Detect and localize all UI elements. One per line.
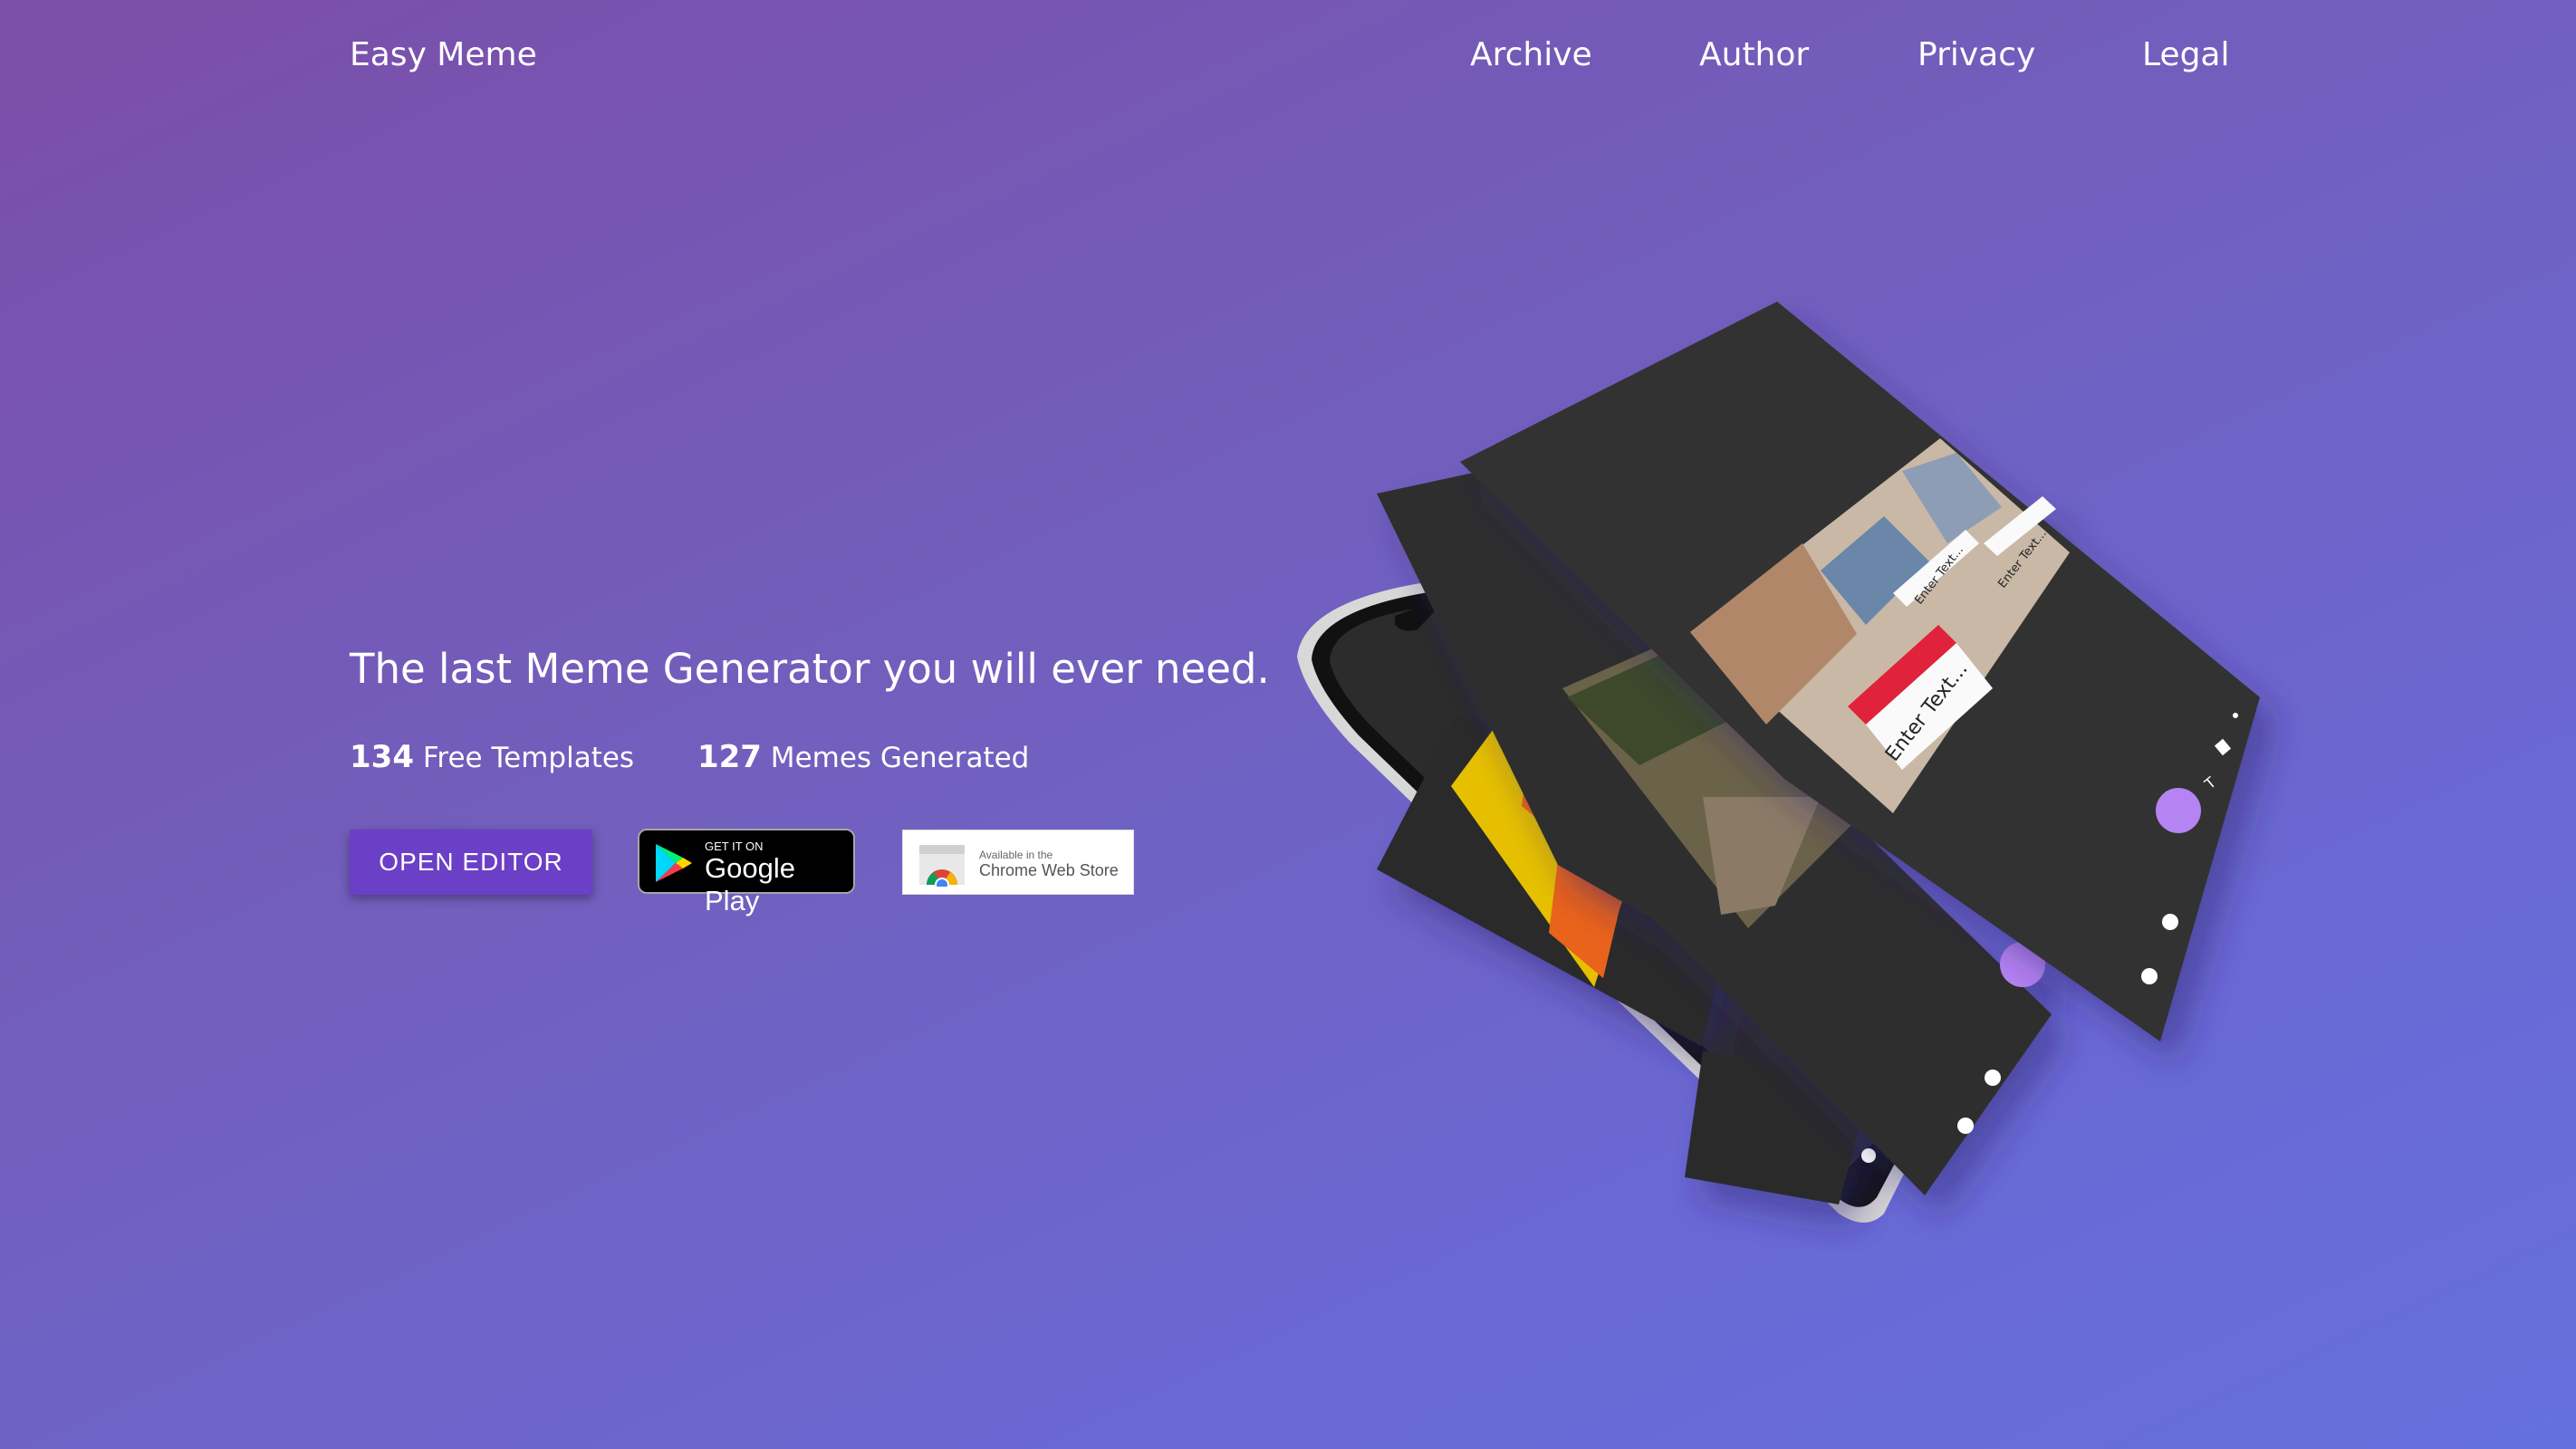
share-icon-middle[interactable] — [1957, 1118, 1974, 1134]
stat-memes-label: Memes Generated — [770, 742, 1030, 774]
stat-memes: 127 Memes Generated — [697, 739, 1029, 775]
stat-templates-value: 134 — [350, 739, 414, 775]
google-play-icon — [656, 844, 692, 882]
nav-archive[interactable]: Archive — [1470, 36, 1592, 73]
top-nav: Archive Author Privacy Legal — [0, 36, 2576, 82]
nav-legal[interactable]: Legal — [2142, 36, 2230, 73]
stats-row: 134 Free Templates 127 Memes Generated — [350, 739, 1083, 775]
nav-author[interactable]: Author — [1699, 36, 1809, 73]
save-icon[interactable] — [1861, 1148, 1876, 1163]
stat-memes-value: 127 — [697, 739, 762, 775]
chrome-web-store-icon — [919, 845, 965, 887]
save-icon-front[interactable] — [2162, 914, 2178, 930]
save-icon-middle[interactable] — [1985, 1070, 2001, 1086]
phone-mockup-illustration: Enter Text... Enter Text... Enter Text..… — [1297, 302, 2260, 1223]
stat-templates: 134 Free Templates — [350, 739, 634, 775]
add-text-fab-front[interactable] — [2156, 788, 2201, 833]
google-play-badge[interactable]: GET IT ON Google Play — [638, 829, 855, 916]
overflow-menu-icon[interactable] — [2233, 713, 2238, 718]
google-play-small-text: GET IT ON — [705, 840, 764, 853]
chrome-web-store-badge[interactable]: Available in the Chrome Web Store — [902, 830, 1134, 895]
stat-templates-label: Free Templates — [422, 742, 635, 774]
open-editor-button[interactable]: OPEN EDITOR — [350, 830, 592, 895]
nav-privacy[interactable]: Privacy — [1918, 36, 2035, 73]
chrome-store-small-text: Available in the — [979, 849, 1053, 861]
chrome-store-big-text: Chrome Web Store — [979, 861, 1119, 879]
google-play-big-text: Google Play — [705, 852, 795, 916]
hero-title: The last Meme Generator you will ever ne… — [350, 645, 1270, 693]
share-icon-front[interactable] — [2141, 968, 2158, 984]
